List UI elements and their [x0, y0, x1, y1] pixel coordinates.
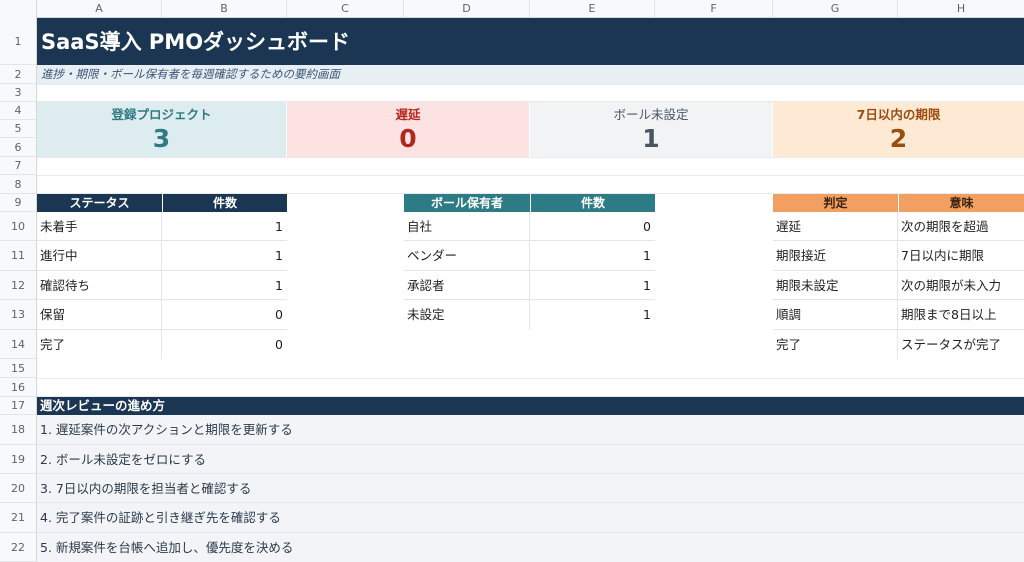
kpi-due-within-7-days[interactable]: 7日以内の期限 2: [773, 102, 1024, 157]
status-table-header-count[interactable]: 件数: [162, 194, 287, 212]
kpi-value: 2: [889, 124, 908, 153]
row-header-15[interactable]: 15: [0, 359, 37, 378]
row-header-14[interactable]: 14: [0, 330, 37, 359]
kpi-registered-projects[interactable]: 登録プロジェクト 3: [37, 102, 287, 157]
review-step[interactable]: 5. 新規案件を台帳へ追加し、優先度を決める: [37, 533, 1024, 562]
row-header-22[interactable]: 22: [0, 533, 37, 562]
kpi-value: 3: [152, 124, 171, 153]
status-name-cell[interactable]: 完了: [37, 330, 162, 359]
row-header-13[interactable]: 13: [0, 300, 37, 330]
kpi-delayed[interactable]: 遅延 0: [287, 102, 530, 157]
status-name-cell[interactable]: 進行中: [37, 241, 162, 271]
row-header-11[interactable]: 11: [0, 241, 37, 271]
row-header-10[interactable]: 10: [0, 212, 37, 241]
owner-count-cell[interactable]: 1: [530, 241, 655, 271]
owner-name-cell[interactable]: 未設定: [404, 300, 530, 330]
column-header-g[interactable]: G: [773, 0, 898, 18]
legend-judge-cell[interactable]: 完了: [773, 330, 898, 359]
review-step[interactable]: 1. 遅延案件の次アクションと期限を更新する: [37, 415, 1024, 445]
row-header-18[interactable]: 18: [0, 415, 37, 445]
column-header-f[interactable]: F: [655, 0, 773, 18]
owner-count-cell[interactable]: 0: [530, 212, 655, 241]
column-header-e[interactable]: E: [530, 0, 655, 18]
column-header-d[interactable]: D: [404, 0, 530, 18]
kpi-label: 7日以内の期限: [856, 107, 941, 122]
kpi-label: 登録プロジェクト: [111, 107, 212, 122]
row-header-4[interactable]: 4: [0, 102, 37, 120]
owner-name-cell[interactable]: 承認者: [404, 271, 530, 300]
kpi-value: 0: [399, 124, 417, 153]
row-header-5[interactable]: 5: [0, 120, 37, 138]
row-header-12[interactable]: 12: [0, 271, 37, 300]
status-name-cell[interactable]: 保留: [37, 300, 162, 330]
select-all-corner[interactable]: [0, 0, 37, 18]
weekly-review-heading[interactable]: 週次レビューの進め方: [37, 397, 1024, 415]
row-header-17[interactable]: 17: [0, 397, 37, 415]
row-header-7[interactable]: 7: [0, 157, 37, 175]
dashboard-title[interactable]: SaaS導入 PMOダッシュボード: [37, 18, 1024, 65]
status-name-cell[interactable]: 未着手: [37, 212, 162, 241]
kpi-label: ボール未設定: [613, 107, 689, 122]
review-step[interactable]: 3. 7日以内の期限を担当者と確認する: [37, 474, 1024, 503]
row-header-6[interactable]: 6: [0, 138, 37, 157]
legend-table-header-judge[interactable]: 判定: [773, 194, 898, 212]
status-count-cell[interactable]: 0: [162, 300, 287, 330]
review-step[interactable]: 2. ボール未設定をゼロにする: [37, 445, 1024, 474]
row-header-20[interactable]: 20: [0, 474, 37, 503]
legend-meaning-cell[interactable]: 次の期限を超過: [898, 212, 1024, 241]
kpi-ball-unset[interactable]: ボール未設定 1: [530, 102, 773, 157]
status-count-cell[interactable]: 1: [162, 271, 287, 300]
legend-meaning-cell[interactable]: ステータスが完了: [898, 330, 1024, 359]
review-step[interactable]: 4. 完了案件の証跡と引き継ぎ先を確認する: [37, 503, 1024, 533]
legend-judge-cell[interactable]: 期限接近: [773, 241, 898, 271]
row-header-19[interactable]: 19: [0, 445, 37, 474]
status-name-cell[interactable]: 確認待ち: [37, 271, 162, 300]
owner-count-cell[interactable]: 1: [530, 300, 655, 330]
legend-meaning-cell[interactable]: 次の期限が未入力: [898, 271, 1024, 300]
row-header-16[interactable]: 16: [0, 378, 37, 397]
column-header-h[interactable]: H: [898, 0, 1024, 18]
row-header-9[interactable]: 9: [0, 194, 37, 212]
legend-judge-cell[interactable]: 順調: [773, 300, 898, 330]
row-header-21[interactable]: 21: [0, 503, 37, 533]
spreadsheet-grid: A B C D E F G H 1 2 3 4 5 6 7 8 9 10 11 …: [0, 0, 1024, 562]
dashboard-subtitle[interactable]: 進捗・期限・ボール保有者を毎週確認するための要約画面: [37, 65, 1024, 84]
column-header-a[interactable]: A: [37, 0, 162, 18]
status-count-cell[interactable]: 1: [162, 212, 287, 241]
legend-judge-cell[interactable]: 期限未設定: [773, 271, 898, 300]
legend-meaning-cell[interactable]: 期限まで8日以上: [898, 300, 1024, 330]
legend-meaning-cell[interactable]: 7日以内に期限: [898, 241, 1024, 271]
kpi-value: 1: [642, 124, 660, 153]
legend-table-header-meaning[interactable]: 意味: [898, 194, 1024, 212]
row-header-1[interactable]: 1: [0, 18, 37, 65]
column-header-c[interactable]: C: [287, 0, 404, 18]
status-count-cell[interactable]: 0: [162, 330, 287, 359]
owner-count-cell[interactable]: 1: [530, 271, 655, 300]
legend-judge-cell[interactable]: 遅延: [773, 212, 898, 241]
owner-name-cell[interactable]: 自社: [404, 212, 530, 241]
owner-table-header-owner[interactable]: ボール保有者: [404, 194, 530, 212]
row-header-2[interactable]: 2: [0, 65, 37, 84]
column-header-b[interactable]: B: [162, 0, 287, 18]
status-count-cell[interactable]: 1: [162, 241, 287, 271]
row-header-8[interactable]: 8: [0, 175, 37, 194]
kpi-label: 遅延: [395, 107, 421, 122]
owner-table-header-count[interactable]: 件数: [530, 194, 655, 212]
owner-name-cell[interactable]: ベンダー: [404, 241, 530, 271]
row-header-3[interactable]: 3: [0, 84, 37, 102]
status-table-header-status[interactable]: ステータス: [37, 194, 162, 212]
